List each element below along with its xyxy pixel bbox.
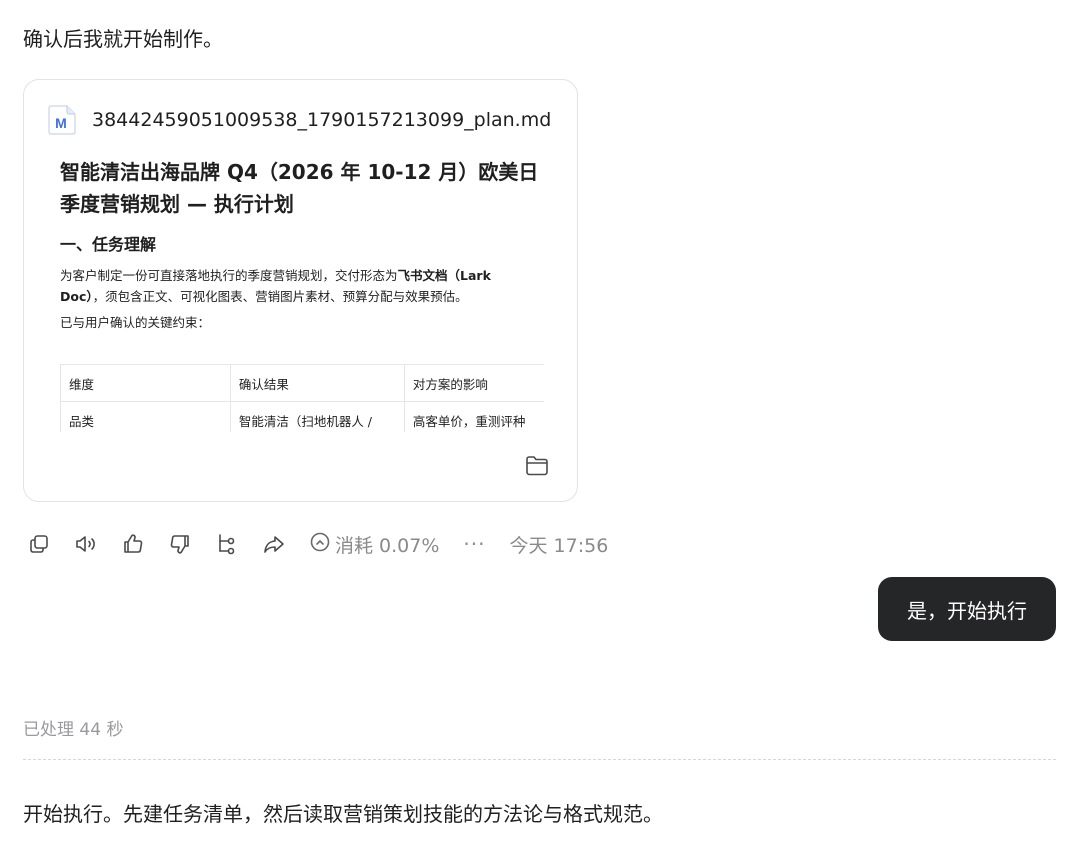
table-header-row: 维度 确认结果 对方案的影响 — [60, 364, 544, 402]
branch-icon[interactable] — [215, 532, 239, 556]
para1-suffix: ，须包含正文、可视化图表、营销图片素材、预算分配与效果预估。 — [92, 289, 468, 304]
section-divider — [23, 759, 1056, 760]
more-options-icon[interactable]: ··· — [463, 532, 485, 556]
table-header-cell: 对方案的影响 — [403, 364, 544, 402]
table-cell: 高客单价，重测评种 — [403, 401, 544, 432]
para1-bold-1: 飞书文档（Lark — [397, 268, 491, 283]
doc-section-heading: 一、任务理解 — [60, 235, 157, 254]
table-header-cell: 维度 — [60, 364, 231, 402]
file-header: M 38442459051009538_1790157213099_plan.m… — [48, 104, 551, 136]
table-header-cell: 确认结果 — [229, 364, 405, 402]
open-folder-icon[interactable] — [525, 455, 549, 477]
processed-duration-label[interactable]: 已处理 44 秒 — [23, 715, 123, 740]
markdown-file-icon: M — [48, 105, 76, 135]
table-cell: 品类 — [60, 401, 231, 432]
thumbs-up-icon[interactable] — [121, 532, 145, 556]
plan-file-card[interactable]: M 38442459051009538_1790157213099_plan.m… — [23, 79, 578, 502]
message-timestamp: 今天 17:56 — [509, 534, 609, 557]
doc-paragraph-2: 已与用户确认的关键约束： — [60, 315, 211, 330]
thumbs-down-icon[interactable] — [168, 532, 192, 556]
assistant-outro-text: 开始执行。先建任务清单，然后读取营销策划技能的方法论与格式规范。 — [23, 802, 663, 826]
assistant-intro-text: 确认后我就开始制作。 — [23, 27, 223, 51]
table-cell: 智能清洁（扫地机器人 / — [229, 401, 405, 432]
file-name[interactable]: 38442459051009538_1790157213099_plan.md — [92, 109, 551, 131]
doc-preview: 智能清洁出海品牌 Q4（2026 年 10-12 月）欧美日 季度营销规划 — … — [60, 156, 546, 333]
share-icon[interactable] — [262, 532, 286, 556]
para1-bold-2: Doc） — [60, 289, 93, 304]
doc-table-preview: 维度 确认结果 对方案的影响 品类 智能清洁（扫地机器人 / 高客单价，重测评种 — [60, 364, 544, 432]
message-action-toolbar: 消耗 0.07% ··· 今天 17:56 — [27, 530, 608, 558]
usage-indicator: 消耗 0.07% — [309, 531, 439, 558]
doc-title-line1: 智能清洁出海品牌 Q4（2026 年 10-12 月）欧美日 — [60, 160, 539, 184]
para1-prefix: 为客户制定一份可直接落地执行的季度营销规划，交付形态为 — [60, 268, 398, 283]
doc-paragraph-1: 为客户制定一份可直接落地执行的季度营销规划，交付形态为飞书文档（Lark Doc）… — [60, 265, 546, 307]
constraints-table: 维度 确认结果 对方案的影响 品类 智能清洁（扫地机器人 / 高客单价，重测评种 — [60, 364, 544, 432]
user-message-bubble: 是，开始执行 — [878, 577, 1056, 641]
gauge-icon — [309, 531, 331, 558]
table-row: 品类 智能清洁（扫地机器人 / 高客单价，重测评种 — [60, 401, 544, 432]
copy-icon[interactable] — [27, 532, 51, 556]
speaker-icon[interactable] — [74, 532, 98, 556]
md-icon-letter: M — [55, 115, 67, 131]
usage-label: 消耗 0.07% — [335, 534, 440, 557]
doc-title-line2: 季度营销规划 — 执行计划 — [60, 192, 294, 216]
